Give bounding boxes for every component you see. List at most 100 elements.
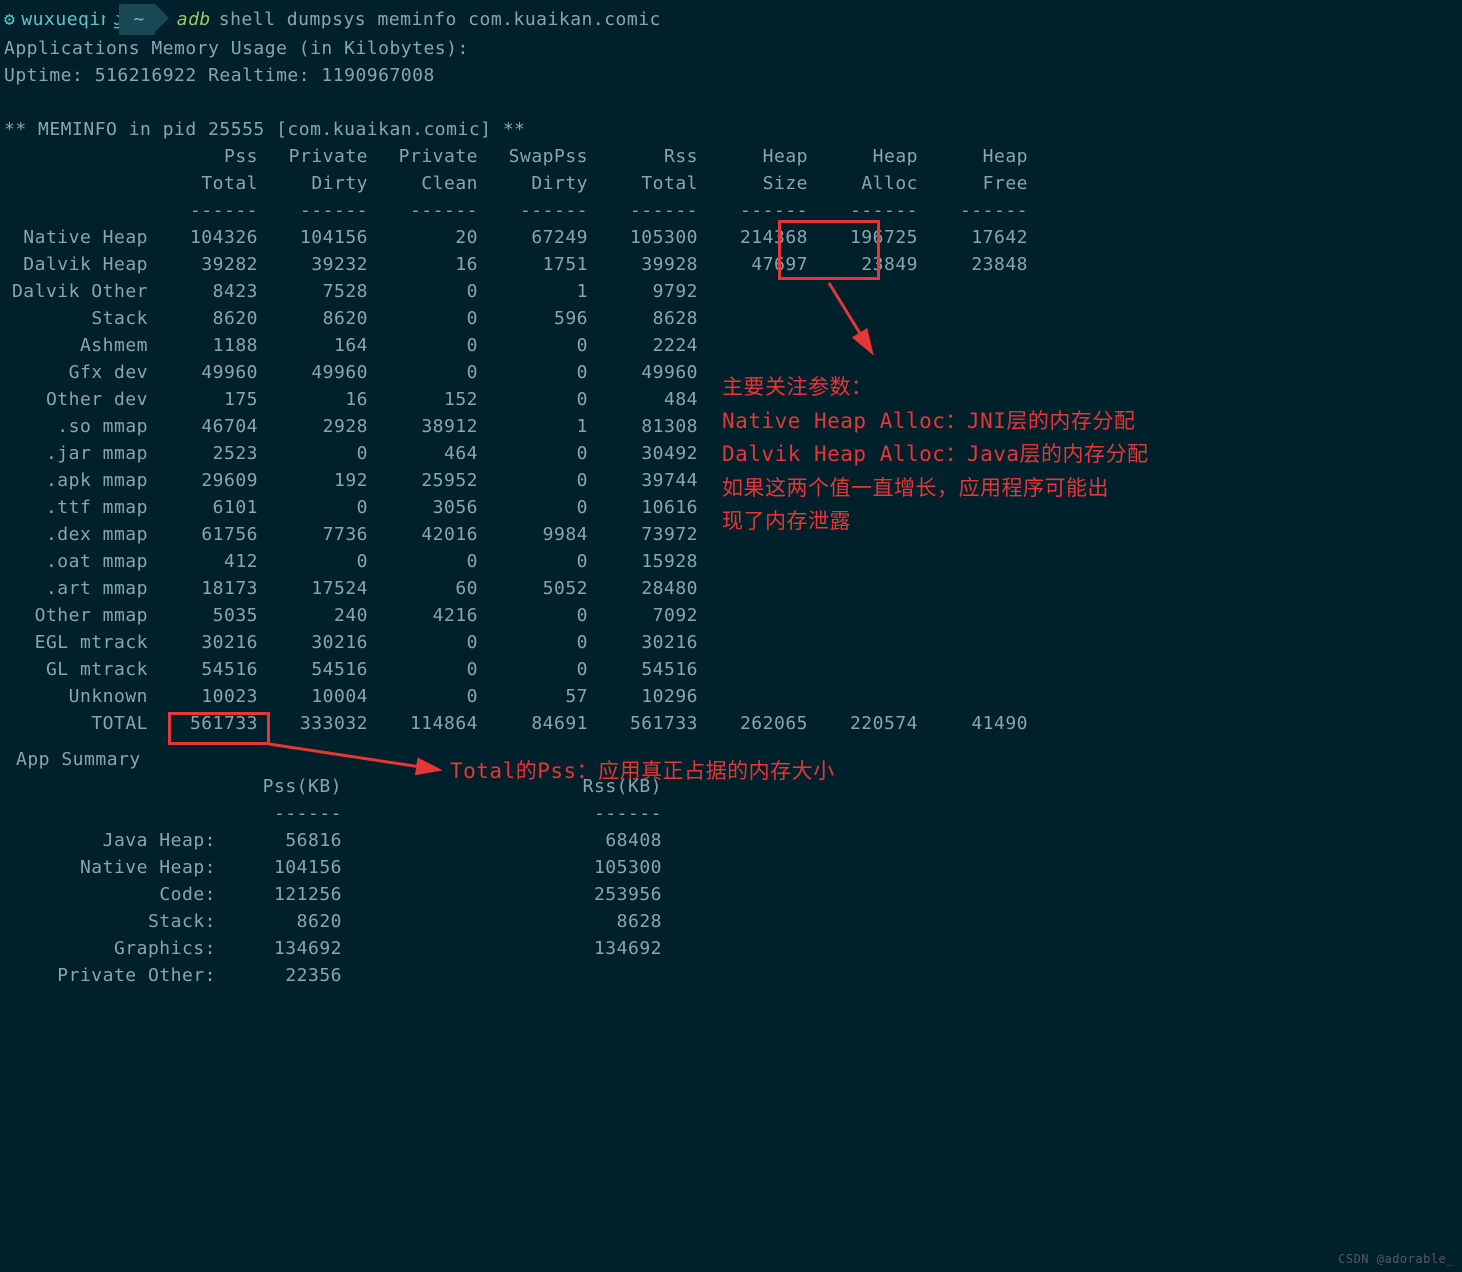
cell: 5052 [478, 575, 588, 602]
header-line1: Applications Memory Usage (in Kilobytes)… [4, 35, 1458, 62]
gear-icon: ⚙ [4, 6, 15, 33]
cell: 39744 [588, 467, 698, 494]
cell: 60 [368, 575, 478, 602]
row-label: .apk mmap [4, 467, 154, 494]
cell: 8620 [154, 305, 258, 332]
cell: 54516 [588, 656, 698, 683]
table-row: .oat mmap41200015928 [4, 548, 1458, 575]
summary-pss: 56816 [216, 827, 342, 854]
cell: 54516 [258, 656, 368, 683]
cell: 2928 [258, 413, 368, 440]
cell [808, 683, 918, 710]
row-label: Unknown [4, 683, 154, 710]
row-label: Dalvik Other [4, 278, 154, 305]
summary-rss: 68408 [342, 827, 662, 854]
cell: 73972 [588, 521, 698, 548]
col-subheader: Alloc [808, 170, 918, 197]
cell: 240 [258, 602, 368, 629]
row-label: TOTAL [4, 710, 154, 737]
cell: 10616 [588, 494, 698, 521]
cell: 20 [368, 224, 478, 251]
prompt-line[interactable]: ⚙ wuxueqing ~ adb shell dumpsys meminfo … [4, 4, 1458, 35]
col-subheader: Total [154, 170, 258, 197]
cell: 16 [368, 251, 478, 278]
cell: 1 [478, 278, 588, 305]
row-label: Native Heap [4, 224, 154, 251]
cell: 81308 [588, 413, 698, 440]
cell [918, 602, 1028, 629]
cell: 596 [478, 305, 588, 332]
col-header: Pss [154, 143, 258, 170]
cell: 0 [478, 332, 588, 359]
cell: 41490 [918, 710, 1028, 737]
summary-pss: 22356 [216, 962, 342, 989]
cell [698, 305, 808, 332]
cell: 6101 [154, 494, 258, 521]
summary-pss: 104156 [216, 854, 342, 881]
cell: 46704 [154, 413, 258, 440]
row-label: Dalvik Heap [4, 251, 154, 278]
row-label: Ashmem [4, 332, 154, 359]
row-label: EGL mtrack [4, 629, 154, 656]
cell [918, 629, 1028, 656]
cell: 61756 [154, 521, 258, 548]
cell: 0 [368, 332, 478, 359]
watermark: CSDN @adorable_ [1338, 1250, 1454, 1268]
col-subheader: Dirty [478, 170, 588, 197]
cell: 104156 [258, 224, 368, 251]
cell: 105300 [588, 224, 698, 251]
cell [698, 656, 808, 683]
cell: 30216 [258, 629, 368, 656]
cell: 0 [368, 359, 478, 386]
header-line2: Uptime: 516216922 Realtime: 1190967008 [4, 62, 1458, 89]
cell [808, 602, 918, 629]
cell: 0 [478, 548, 588, 575]
cell: 17642 [918, 224, 1028, 251]
cell [918, 656, 1028, 683]
cell: 0 [258, 494, 368, 521]
row-label: .jar mmap [4, 440, 154, 467]
summary-label: Code: [4, 881, 216, 908]
table-row: Other mmap5035240421607092 [4, 602, 1458, 629]
row-label: Gfx dev [4, 359, 154, 386]
cell: 0 [258, 548, 368, 575]
cell: 175 [154, 386, 258, 413]
cell [808, 575, 918, 602]
summary-row: Code:121256253956 [4, 881, 1458, 908]
row-label: .oat mmap [4, 548, 154, 575]
cell: 561733 [588, 710, 698, 737]
cell: 54516 [154, 656, 258, 683]
cell: 2224 [588, 332, 698, 359]
col-subheader: Total [588, 170, 698, 197]
col-header: Heap [698, 143, 808, 170]
cell [698, 575, 808, 602]
table-row: Native Heap10432610415620672491053002143… [4, 224, 1458, 251]
cell: 104326 [154, 224, 258, 251]
cell: 49960 [258, 359, 368, 386]
summary-pss: 8620 [216, 908, 342, 935]
meminfo-header: ** MEMINFO in pid 25555 [com.kuaikan.com… [4, 116, 1458, 143]
cell [808, 629, 918, 656]
cell: 17524 [258, 575, 368, 602]
cell: 39232 [258, 251, 368, 278]
cell [698, 548, 808, 575]
highlight-heap-alloc [778, 220, 880, 280]
command-args: shell dumpsys meminfo com.kuaikan.comic [219, 6, 661, 33]
cell: 7736 [258, 521, 368, 548]
summary-rss: 8628 [342, 908, 662, 935]
row-label: GL mtrack [4, 656, 154, 683]
summary-label: Native Heap: [4, 854, 216, 881]
cell: 0 [478, 629, 588, 656]
cell: 18173 [154, 575, 258, 602]
table-row: EGL mtrack30216302160030216 [4, 629, 1458, 656]
col-header: Private [258, 143, 368, 170]
cell: 9792 [588, 278, 698, 305]
col-header: Rss [588, 143, 698, 170]
cell: 0 [258, 440, 368, 467]
cell: 4216 [368, 602, 478, 629]
row-label: Stack [4, 305, 154, 332]
cell [698, 683, 808, 710]
col-header: Heap [808, 143, 918, 170]
cell: 1 [478, 413, 588, 440]
table-row: .art mmap181731752460505228480 [4, 575, 1458, 602]
